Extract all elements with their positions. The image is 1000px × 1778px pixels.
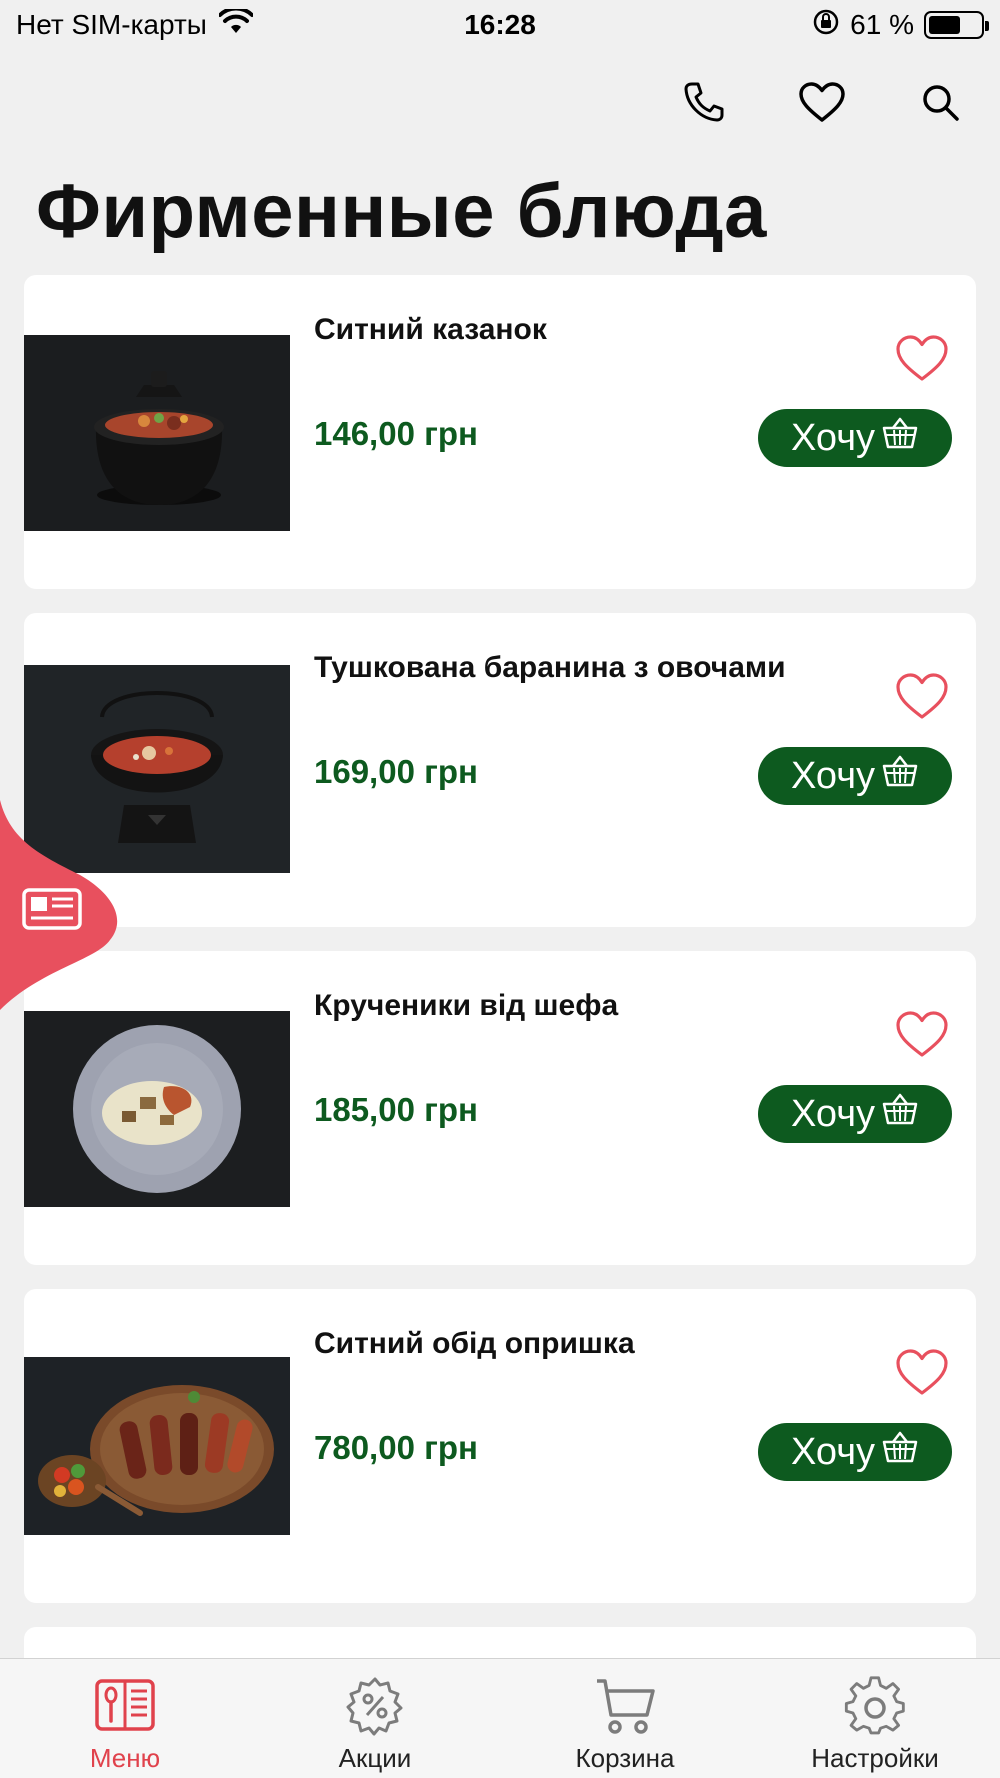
- basket-icon: [881, 1092, 919, 1136]
- dish-name: Кручени­ки від шефа: [314, 989, 619, 1022]
- battery-percent: 61 %: [850, 9, 914, 40]
- phone-icon[interactable]: [674, 72, 734, 132]
- want-button[interactable]: Хочу: [758, 409, 952, 467]
- status-left: Нет SIM-карты: [16, 6, 254, 42]
- favorites-heart-icon[interactable]: [792, 72, 852, 132]
- want-button[interactable]: Хочу: [758, 1423, 952, 1481]
- tab-settings-label: Настройки: [811, 1743, 939, 1773]
- want-button-label: Хочу: [790, 416, 875, 459]
- tab-menu[interactable]: Меню: [0, 1659, 250, 1778]
- tab-cart-label: Корзина: [575, 1743, 675, 1773]
- dish-photo-plate: [24, 1011, 290, 1207]
- dish-price: 146,00 грн: [314, 415, 478, 452]
- dish-card[interactable]: Тушкована баранина з овочами 169,00 грн …: [24, 613, 976, 927]
- dish-card[interactable]: Кручени­ки від шефа 185,00 грн Хочу: [24, 951, 976, 1265]
- dish-card[interactable]: Ситний обід опришка 780,00 грн Хочу: [24, 1289, 976, 1603]
- dish-name: Ситний обід опришка: [314, 1327, 635, 1360]
- dish-price: 185,00 грн: [314, 1091, 478, 1128]
- favorite-heart-icon[interactable]: [894, 333, 950, 383]
- cart-icon: [597, 1679, 655, 1734]
- news-side-tab[interactable]: [0, 800, 120, 1010]
- want-button-label: Хочу: [790, 1430, 875, 1473]
- want-button[interactable]: Хочу: [758, 1085, 952, 1143]
- dish-name: Тушкована баранина з овочами: [314, 651, 786, 684]
- basket-icon: [881, 416, 919, 460]
- basket-icon: [881, 754, 919, 798]
- favorite-heart-icon[interactable]: [894, 1347, 950, 1397]
- want-button-label: Хочу: [790, 754, 875, 797]
- discount-gear-icon: [346, 1677, 403, 1736]
- favorite-heart-icon[interactable]: [894, 1009, 950, 1059]
- status-right: 61 %: [812, 8, 989, 43]
- app-screen: Нет SIM-карты 16:28 61 % Фирменные блюда…: [0, 0, 1000, 1778]
- want-button-label: Хочу: [790, 1092, 875, 1135]
- tab-menu-label: Меню: [89, 1743, 161, 1773]
- dish-price: 169,00 грн: [314, 753, 478, 790]
- dish-card[interactable]: Ситний казанок 146,00 грн Хочу: [24, 275, 976, 589]
- settings-gear-icon: [844, 1676, 905, 1735]
- want-button[interactable]: Хочу: [758, 747, 952, 805]
- dish-price: 780,00 грн: [314, 1429, 478, 1466]
- dish-photo-pot: [24, 335, 290, 531]
- dish-photo-platter: [24, 1357, 290, 1535]
- basket-icon: [881, 1430, 919, 1474]
- status-bar: Нет SIM-карты 16:28 61 %: [0, 0, 1000, 50]
- tab-cart[interactable]: Корзина: [500, 1659, 750, 1778]
- tab-settings[interactable]: Настройки: [750, 1659, 1000, 1778]
- page-title: Фирменные блюда: [36, 169, 767, 254]
- search-icon[interactable]: [910, 72, 970, 132]
- tab-promotions-label: Акции: [338, 1743, 412, 1773]
- tab-promotions[interactable]: Акции: [250, 1659, 500, 1778]
- favorite-heart-icon[interactable]: [894, 671, 950, 721]
- rotation-lock-icon: [812, 8, 840, 43]
- carrier-text: Нет SIM-карты: [16, 9, 207, 40]
- dish-list: Ситний казанок 146,00 грн Хочу Тушкована…: [24, 275, 976, 1667]
- battery-level: [929, 16, 960, 34]
- bottom-tab-bar: Меню Акции Корзина Настройки: [0, 1658, 1000, 1778]
- dish-name: Ситний казанок: [314, 313, 547, 346]
- battery-icon: [924, 11, 989, 39]
- header-actions: [674, 72, 970, 132]
- wifi-icon: [217, 6, 254, 42]
- menu-book-icon: [95, 1679, 155, 1731]
